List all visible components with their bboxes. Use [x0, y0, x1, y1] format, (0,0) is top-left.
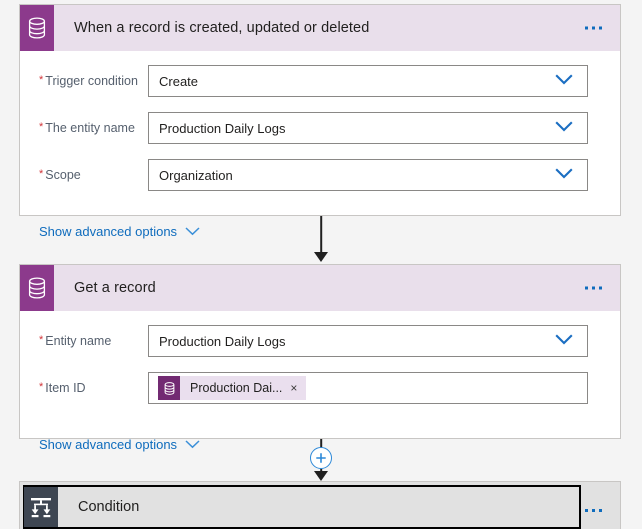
param-label-trigger-condition: * Trigger condition: [20, 74, 148, 88]
show-advanced-options-link-trigger[interactable]: Show advanced options: [39, 224, 200, 239]
param-row-trigger-condition: * Trigger condition Create: [20, 65, 620, 97]
connector-arrow-icon: [314, 471, 328, 481]
param-row-get-entity-name: * Entity name Production Daily Logs: [20, 325, 620, 357]
required-asterisk-icon: *: [39, 381, 44, 393]
param-row-scope: * Scope Organization: [20, 159, 620, 191]
insert-new-step-button[interactable]: [310, 447, 332, 469]
card-header-get-a-record[interactable]: Get a record: [20, 265, 620, 311]
dynamic-content-token-item-id[interactable]: Production Dai... ×: [158, 376, 307, 400]
param-label-entity-name: * The entity name: [20, 121, 148, 135]
condition-branch-icon: [24, 487, 58, 527]
card-body-trigger: * Trigger condition Create * The entity …: [20, 51, 620, 257]
param-label-get-entity-name: * Entity name: [20, 334, 148, 348]
param-label-text: Entity name: [45, 334, 112, 348]
condition-card-selected-region[interactable]: Condition: [23, 485, 581, 529]
database-icon: [20, 5, 54, 51]
dropdown-entity-name[interactable]: Production Daily Logs: [148, 112, 588, 144]
token-label: Production Dai...: [190, 381, 283, 395]
ellipsis-dot: [585, 509, 588, 512]
flow-step-card-condition[interactable]: Condition: [19, 481, 621, 531]
dropdown-scope[interactable]: Organization: [148, 159, 588, 191]
required-asterisk-icon: *: [39, 121, 44, 133]
chevron-down-icon: [185, 224, 200, 239]
ellipsis-dot: [599, 26, 602, 30]
flow-designer-canvas: When a record is created, updated or del…: [0, 0, 642, 531]
database-icon: [158, 376, 180, 400]
flow-step-card-get-a-record[interactable]: Get a record * Entity name Production Da…: [19, 264, 621, 452]
chevron-down-icon[interactable]: [555, 72, 573, 90]
show-advanced-options-label: Show advanced options: [39, 224, 178, 239]
param-label-item-id: * Item ID: [20, 381, 148, 395]
param-label-text: Item ID: [45, 381, 86, 395]
chevron-down-icon[interactable]: [555, 332, 573, 350]
remove-token-icon[interactable]: ×: [290, 382, 302, 394]
ellipsis-dot: [585, 286, 588, 290]
param-row-entity-name: * The entity name Production Daily Logs: [20, 112, 620, 144]
card-title-condition: Condition: [78, 499, 140, 515]
ellipsis-dot: [585, 26, 588, 30]
ellipsis-dot: [592, 26, 595, 30]
card-overflow-menu-trigger[interactable]: [577, 21, 610, 36]
dropdown-value-scope: Organization: [159, 167, 233, 183]
required-asterisk-icon: *: [39, 74, 44, 86]
card-overflow-menu-get-a-record[interactable]: [577, 281, 610, 296]
dropdown-value-get-entity-name: Production Daily Logs: [159, 333, 286, 349]
param-label-text: Scope: [45, 168, 81, 182]
show-advanced-options-link-get-a-record[interactable]: Show advanced options: [39, 437, 200, 452]
ellipsis-dot: [592, 509, 595, 512]
dropdown-value-entity-name: Production Daily Logs: [159, 120, 286, 136]
param-row-item-id: * Item ID Production Dai... ×: [20, 372, 620, 404]
ellipsis-dot: [599, 509, 602, 512]
param-label-text: Trigger condition: [45, 74, 138, 88]
input-item-id[interactable]: Production Dai... ×: [148, 372, 588, 404]
card-title-trigger: When a record is created, updated or del…: [74, 20, 370, 36]
required-asterisk-icon: *: [39, 334, 44, 346]
chevron-down-icon: [185, 437, 200, 452]
flow-step-card-trigger[interactable]: When a record is created, updated or del…: [19, 4, 621, 239]
required-asterisk-icon: *: [39, 168, 44, 180]
chevron-down-icon[interactable]: [555, 166, 573, 184]
show-advanced-options-label: Show advanced options: [39, 437, 178, 452]
card-overflow-menu-condition[interactable]: [579, 503, 608, 518]
param-label-text: The entity name: [45, 121, 135, 135]
database-icon: [20, 265, 54, 311]
card-title-get-a-record: Get a record: [74, 280, 156, 296]
card-header-trigger[interactable]: When a record is created, updated or del…: [20, 5, 620, 51]
dropdown-trigger-condition[interactable]: Create: [148, 65, 588, 97]
dropdown-value-trigger-condition: Create: [159, 73, 199, 89]
ellipsis-dot: [592, 286, 595, 290]
dropdown-get-entity-name[interactable]: Production Daily Logs: [148, 325, 588, 357]
chevron-down-icon[interactable]: [555, 119, 573, 137]
param-label-scope: * Scope: [20, 168, 148, 182]
ellipsis-dot: [599, 286, 602, 290]
